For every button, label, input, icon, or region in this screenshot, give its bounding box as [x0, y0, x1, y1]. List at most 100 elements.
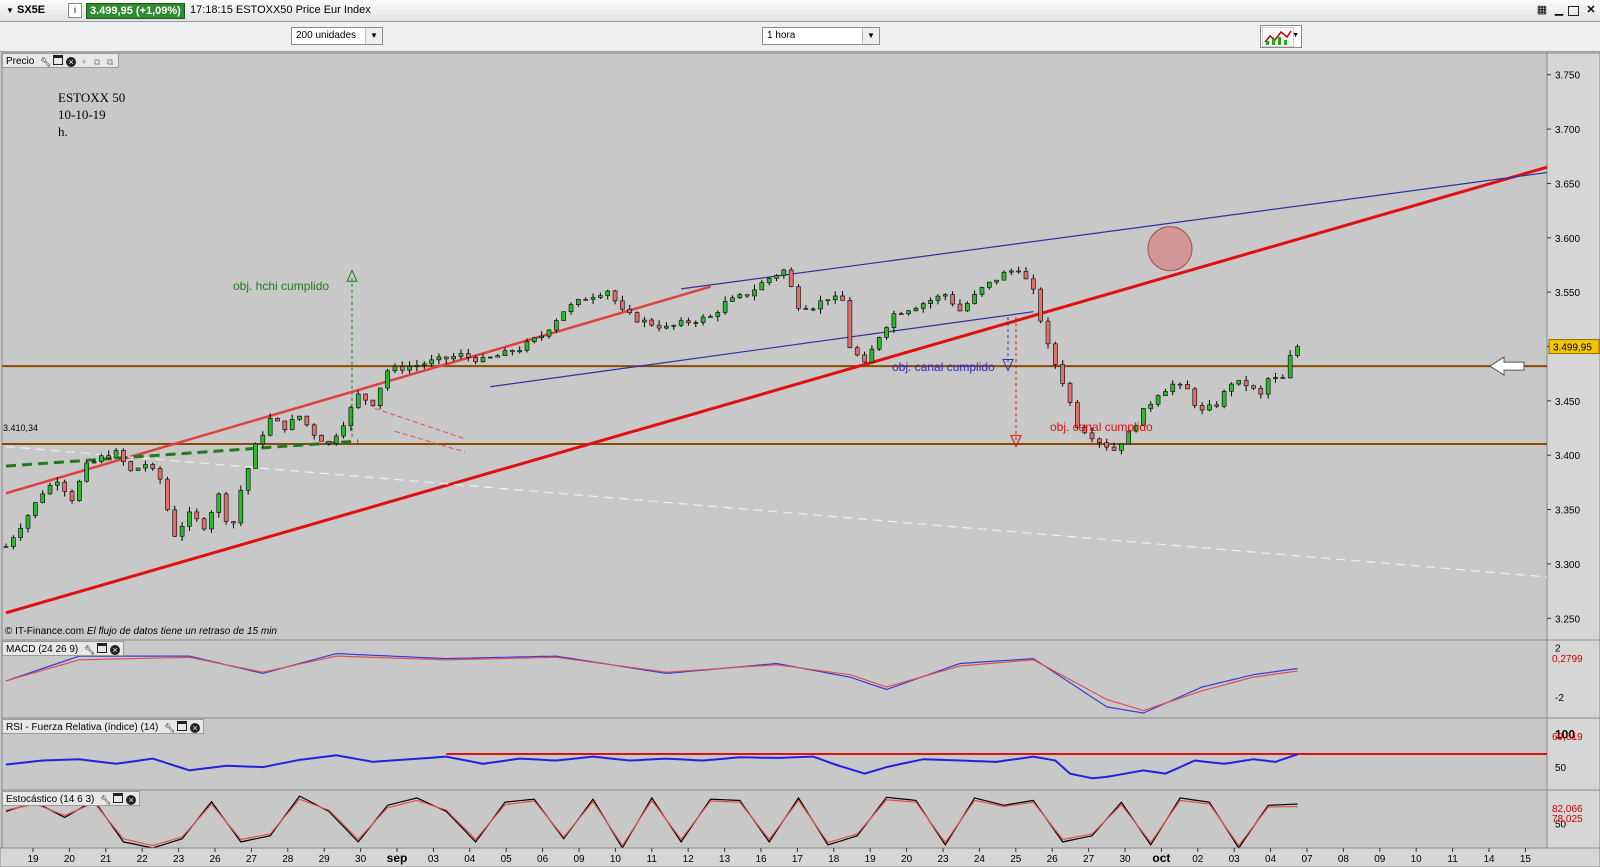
candle-body: [1265, 378, 1271, 395]
price-panel: 3.750 3.700 3.650 3.600 3.550 3.500 3.450 3.400…: [1, 52, 1600, 641]
x-tick-label: 11: [647, 854, 658, 865]
close-icon[interactable]: ×: [126, 795, 137, 805]
window-icon[interactable]: [113, 793, 124, 803]
x-axis-background: [0, 847, 1600, 867]
wrench-icon[interactable]: 🔧︎: [40, 57, 51, 67]
window-icon[interactable]: [177, 721, 188, 731]
macd-current-value: 0,2799: [1552, 654, 1583, 665]
candle-body: [399, 366, 405, 371]
stochastic-background: [1, 789, 1548, 849]
x-tick-label: 14: [1483, 854, 1495, 865]
candle-body: [436, 356, 442, 361]
candle-body: [554, 320, 559, 331]
x-tick-label: 11: [1447, 854, 1458, 865]
candle-body: [370, 399, 376, 407]
price-badge: 3.499,95 (+1,09%): [86, 3, 185, 19]
chart-title-annotation: ESTOXX 50 10-10-19 h.: [58, 89, 125, 140]
candle-body: [385, 370, 390, 389]
candle-body: [414, 364, 420, 367]
candle-body: [1207, 404, 1212, 411]
x-tick-label: 07: [1301, 854, 1313, 865]
candle-body: [297, 415, 302, 420]
chevron-down-icon[interactable]: ▼: [862, 28, 879, 44]
copy-icon[interactable]: ⧉: [92, 57, 102, 67]
x-tick-label: 02: [1192, 854, 1204, 865]
candle-body: [363, 393, 368, 401]
candle-body: [1221, 391, 1227, 407]
candle-body: [245, 468, 251, 491]
title-line-2: 10-10-19: [58, 107, 106, 122]
x-tick-label: 30: [355, 854, 367, 865]
minimize-icon[interactable]: ▁: [1552, 4, 1566, 17]
candle-body: [216, 493, 222, 513]
window-icon[interactable]: [53, 55, 64, 65]
candle-body: [1001, 271, 1007, 281]
x-tick-label: 03: [1229, 854, 1241, 865]
candle-body: [1251, 385, 1256, 389]
candle-body: [576, 299, 581, 306]
candle-body: [1273, 377, 1278, 380]
candle-body: [898, 313, 904, 315]
candle-body: [1023, 271, 1029, 280]
stochastic-panel-header: Estocástico (14 6 3) 🔧︎ ×: [2, 791, 141, 806]
close-icon[interactable]: ×: [190, 723, 201, 733]
macd-y-tick-label: -2: [1555, 693, 1564, 704]
symbol-dropdown-icon[interactable]: ▼: [6, 6, 14, 15]
candle-body: [1104, 442, 1110, 448]
chevron-down-icon[interactable]: ▼: [1292, 32, 1299, 39]
x-tick-label: 24: [974, 854, 986, 865]
wrench-icon[interactable]: 🔧︎: [100, 795, 111, 805]
stochastic-axis-background: [1546, 789, 1600, 849]
window-icon[interactable]: [97, 643, 108, 653]
close-icon[interactable]: ×: [66, 57, 77, 67]
chevron-down-icon[interactable]: ▼: [365, 28, 382, 44]
chart-type-button[interactable]: ▼: [1260, 25, 1302, 48]
copy-icon[interactable]: ⧉: [105, 57, 115, 67]
candle-body: [480, 357, 486, 363]
candle-body: [730, 297, 735, 302]
candle-body: [1170, 383, 1176, 392]
candle-body: [91, 461, 97, 464]
candle-body: [818, 300, 823, 310]
candle-body: [223, 493, 229, 522]
info-icon[interactable]: i: [68, 3, 82, 18]
candle-body: [598, 295, 603, 298]
candle-body: [333, 435, 339, 444]
units-select[interactable]: 200 unidades ▼: [291, 27, 383, 45]
rsi-y-tick-label: 50: [1555, 763, 1567, 774]
rsi-y-tick-label: 100: [1555, 727, 1575, 741]
x-tick-label: 04: [1265, 854, 1277, 865]
candle-body: [950, 294, 955, 305]
dashed-support-line: [5, 445, 1548, 578]
x-tick-label: 26: [209, 854, 221, 865]
maximize-icon[interactable]: [1568, 6, 1579, 16]
candle-body: [546, 329, 552, 337]
candle-body: [737, 294, 743, 299]
candle-body: [209, 512, 214, 530]
lower-channel-line: [5, 165, 1548, 615]
keyboard-icon[interactable]: ▦: [1535, 4, 1549, 17]
x-tick-label: 25: [1010, 854, 1022, 865]
interval-select[interactable]: 1 hora ▼: [762, 27, 880, 45]
chart-canvas: 3.750 3.700 3.650 3.600 3.550 3.500 3.450 3.400…: [0, 52, 1600, 867]
candle-body: [55, 481, 60, 486]
x-tick-label: oct: [1152, 851, 1170, 865]
candle-body: [869, 348, 875, 363]
top-marker-circle: [1147, 226, 1193, 272]
candle-body: [451, 356, 456, 360]
candle-body: [275, 417, 280, 422]
add-icon[interactable]: +: [79, 57, 89, 67]
candle-body: [488, 356, 493, 359]
wrench-icon[interactable]: 🔧︎: [84, 645, 95, 655]
close-icon[interactable]: ✕: [1584, 4, 1598, 17]
candle-body: [1119, 443, 1124, 451]
candle-body: [1287, 355, 1293, 379]
symbol-label[interactable]: SX5E: [17, 4, 45, 16]
x-tick-label: 13: [719, 854, 731, 865]
candle-body: [1229, 383, 1234, 392]
x-tick-label: 23: [937, 854, 949, 865]
wrench-icon[interactable]: 🔧︎: [164, 723, 175, 733]
candle-body: [913, 307, 919, 312]
chart-toolbar: 200 unidades ▼ 1 hora ▼ ▼: [0, 22, 1600, 52]
close-icon[interactable]: ×: [110, 645, 121, 655]
